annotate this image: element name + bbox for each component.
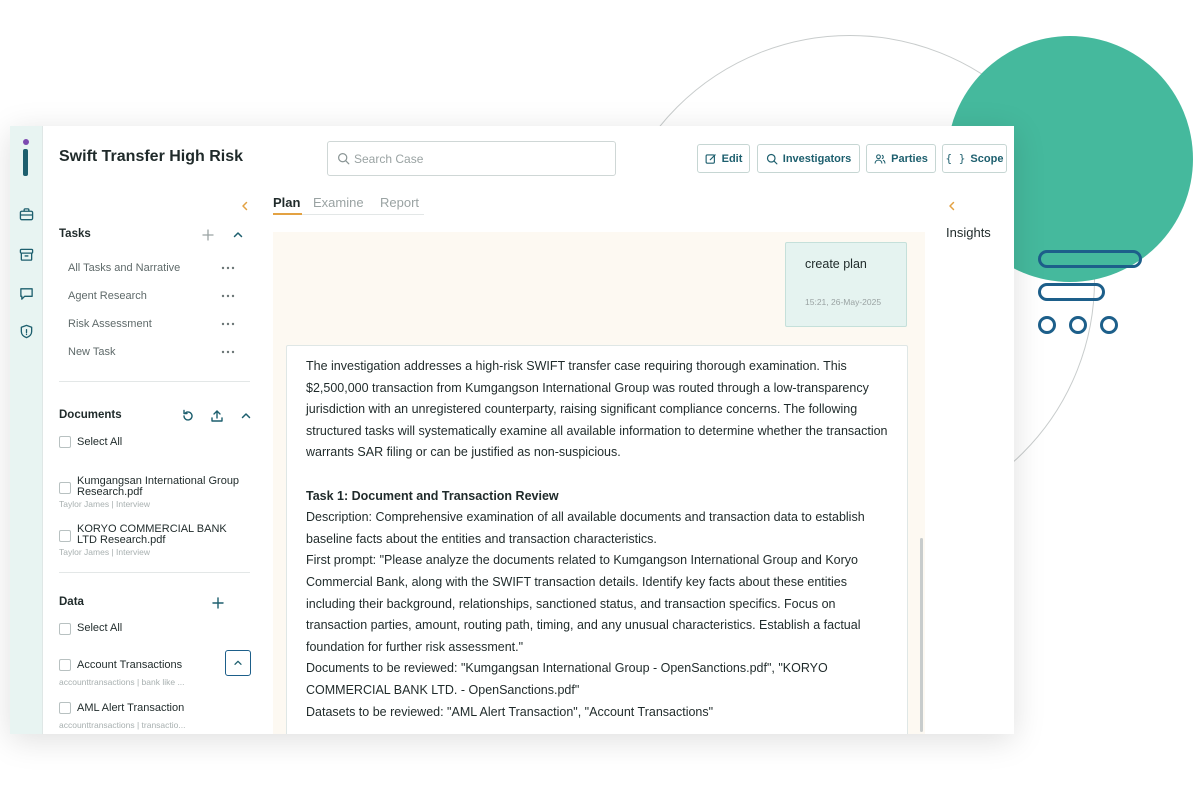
app-logo bbox=[22, 139, 30, 179]
tab-plan[interactable]: Plan bbox=[273, 195, 300, 210]
scope-button-label: Scope bbox=[970, 152, 1004, 165]
add-task-icon[interactable] bbox=[201, 228, 215, 242]
data-header: Data bbox=[59, 596, 84, 608]
search-box[interactable] bbox=[327, 141, 616, 176]
task-item-risk-assessment[interactable]: Risk Assessment bbox=[68, 318, 152, 330]
task-item-all-tasks[interactable]: All Tasks and Narrative bbox=[68, 262, 180, 274]
add-data-icon[interactable] bbox=[211, 596, 225, 610]
search-icon bbox=[766, 153, 778, 164]
dataset-checkbox[interactable] bbox=[59, 659, 71, 671]
investigators-button[interactable]: Investigators bbox=[757, 144, 860, 173]
task-title: Task 1: Document and Transaction Review bbox=[306, 488, 559, 503]
search-input[interactable] bbox=[354, 151, 604, 166]
decorative-dot bbox=[1100, 316, 1118, 334]
select-all-data-checkbox[interactable] bbox=[59, 623, 71, 635]
chat-panel: create plan 15:21, 26-May-2025 The inves… bbox=[273, 232, 925, 734]
dataset-meta: accounttransactions | bank like ... bbox=[59, 677, 185, 687]
more-options-icon[interactable] bbox=[221, 293, 235, 299]
decorative-dot bbox=[1038, 316, 1056, 334]
chevron-up-icon[interactable] bbox=[231, 228, 245, 242]
app-window: Swift Transfer High Risk Edit Investigat… bbox=[10, 126, 1014, 734]
document-name[interactable]: KORYO COMMERCIAL BANK LTD Research.pdf bbox=[77, 524, 247, 546]
message-timestamp: 15:21, 26-May-2025 bbox=[805, 297, 882, 307]
upload-icon[interactable] bbox=[210, 409, 224, 423]
task-item-new-task[interactable]: New Task bbox=[68, 346, 115, 358]
scope-button[interactable]: { } Scope bbox=[942, 144, 1007, 173]
decorative-dot bbox=[1069, 316, 1087, 334]
tab-examine[interactable]: Examine bbox=[313, 195, 364, 210]
response-intro: The investigation addresses a high-risk … bbox=[306, 359, 888, 460]
dataset-meta: accounttransactions | transactio... bbox=[59, 720, 186, 730]
refresh-icon[interactable] bbox=[181, 409, 195, 423]
left-sidebar: Tasks All Tasks and Narrative Agent Rese… bbox=[43, 186, 275, 734]
user-message-text: create plan bbox=[805, 257, 867, 271]
icon-rail bbox=[10, 126, 43, 734]
archive-icon[interactable] bbox=[19, 247, 34, 262]
divider bbox=[59, 381, 250, 382]
decorative-pill bbox=[1038, 283, 1105, 301]
chevron-left-icon[interactable] bbox=[238, 199, 252, 213]
decorative-pill bbox=[1038, 250, 1142, 268]
braces-icon: { } bbox=[945, 152, 966, 165]
document-checkbox[interactable] bbox=[59, 482, 71, 494]
edit-icon bbox=[705, 153, 716, 164]
chevron-left-icon[interactable] bbox=[945, 199, 959, 213]
document-checkbox[interactable] bbox=[59, 530, 71, 542]
chat-scrollbar[interactable] bbox=[920, 538, 923, 732]
briefcase-icon[interactable] bbox=[19, 207, 34, 222]
select-all-data-label: Select All bbox=[77, 622, 123, 634]
investigators-button-label: Investigators bbox=[782, 152, 852, 165]
dataset-name[interactable]: Account Transactions bbox=[77, 659, 182, 671]
edit-button-label: Edit bbox=[721, 152, 743, 165]
chevron-up-icon bbox=[234, 660, 242, 665]
chevron-up-icon[interactable] bbox=[239, 409, 253, 423]
users-icon bbox=[874, 153, 886, 164]
more-options-icon[interactable] bbox=[221, 265, 235, 271]
parties-button-label: Parties bbox=[891, 152, 928, 165]
edit-button[interactable]: Edit bbox=[697, 144, 750, 173]
dataset-checkbox[interactable] bbox=[59, 702, 71, 714]
page-title: Swift Transfer High Risk bbox=[59, 148, 244, 165]
chat-icon[interactable] bbox=[19, 286, 34, 301]
user-message-bubble: create plan 15:21, 26-May-2025 bbox=[785, 242, 907, 327]
assistant-response: The investigation addresses a high-risk … bbox=[286, 345, 908, 734]
more-options-icon[interactable] bbox=[221, 321, 235, 327]
task-datasets: Datasets to be reviewed: "AML Alert Tran… bbox=[306, 704, 714, 719]
document-meta: Taylor James | Interview bbox=[59, 499, 151, 509]
insights-label[interactable]: Insights bbox=[946, 225, 991, 240]
dataset-name[interactable]: AML Alert Transaction bbox=[77, 702, 184, 714]
tab-report[interactable]: Report bbox=[380, 195, 419, 210]
collapse-data-button[interactable] bbox=[225, 650, 251, 676]
documents-header: Documents bbox=[59, 409, 122, 421]
tasks-header: Tasks bbox=[59, 228, 91, 240]
document-meta: Taylor James | Interview bbox=[59, 547, 151, 557]
select-all-documents-checkbox[interactable] bbox=[59, 436, 71, 448]
active-tab-indicator bbox=[273, 213, 302, 215]
document-name[interactable]: Kumgangsan International Group Research.… bbox=[77, 476, 247, 498]
select-all-documents-label: Select All bbox=[77, 436, 123, 448]
search-icon bbox=[338, 153, 350, 165]
task-prompt: First prompt: "Please analyze the docume… bbox=[306, 553, 861, 654]
parties-button[interactable]: Parties bbox=[866, 144, 936, 173]
divider bbox=[59, 572, 250, 573]
task-item-agent-research[interactable]: Agent Research bbox=[68, 290, 147, 302]
more-options-icon[interactable] bbox=[221, 349, 235, 355]
task-description: Description: Comprehensive examination o… bbox=[306, 510, 865, 546]
shield-icon[interactable] bbox=[19, 324, 34, 339]
task-documents: Documents to be reviewed: "Kumgangsan In… bbox=[306, 661, 828, 697]
